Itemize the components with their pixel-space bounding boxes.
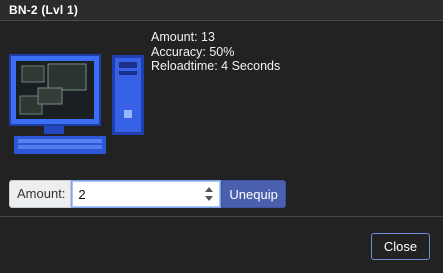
dialog-titlebar: BN-2 (Lvl 1) (0, 0, 443, 21)
spinner-down-icon[interactable] (205, 196, 214, 201)
screen-window-1 (21, 65, 45, 83)
amount-field[interactable] (71, 180, 222, 208)
tower-drive-bay (119, 62, 137, 68)
spinner-up-icon[interactable] (205, 187, 214, 192)
close-button[interactable]: Close (371, 233, 430, 260)
screen-window-4 (37, 87, 63, 105)
item-stats: Amount: 13 Accuracy: 50% Reloadtime: 4 S… (151, 30, 280, 74)
stat-reload-time: Reloadtime: 4 Seconds (151, 59, 281, 73)
stat-amount: Amount: 13 (151, 30, 215, 44)
unequip-button[interactable]: Unequip (221, 180, 286, 208)
stat-accuracy: Accuracy: 50% (151, 44, 235, 59)
dialog-title: BN-2 (Lvl 1) (9, 3, 79, 17)
monitor-neck (44, 126, 64, 134)
footer-divider (0, 216, 443, 217)
amount-spinner[interactable] (204, 186, 214, 202)
item-dialog: BN-2 (Lvl 1) Amount: 13 Accuracy: 50% Re… (0, 0, 443, 273)
screen-window-2 (47, 63, 87, 91)
amount-input[interactable] (72, 181, 201, 207)
computer-tower-pixel-icon (8, 52, 148, 158)
amount-input-group: Amount: Unequip (9, 180, 286, 208)
computer-image-svg (9, 54, 144, 154)
amount-label: Amount: (9, 180, 72, 208)
tower-power-button (124, 110, 132, 118)
